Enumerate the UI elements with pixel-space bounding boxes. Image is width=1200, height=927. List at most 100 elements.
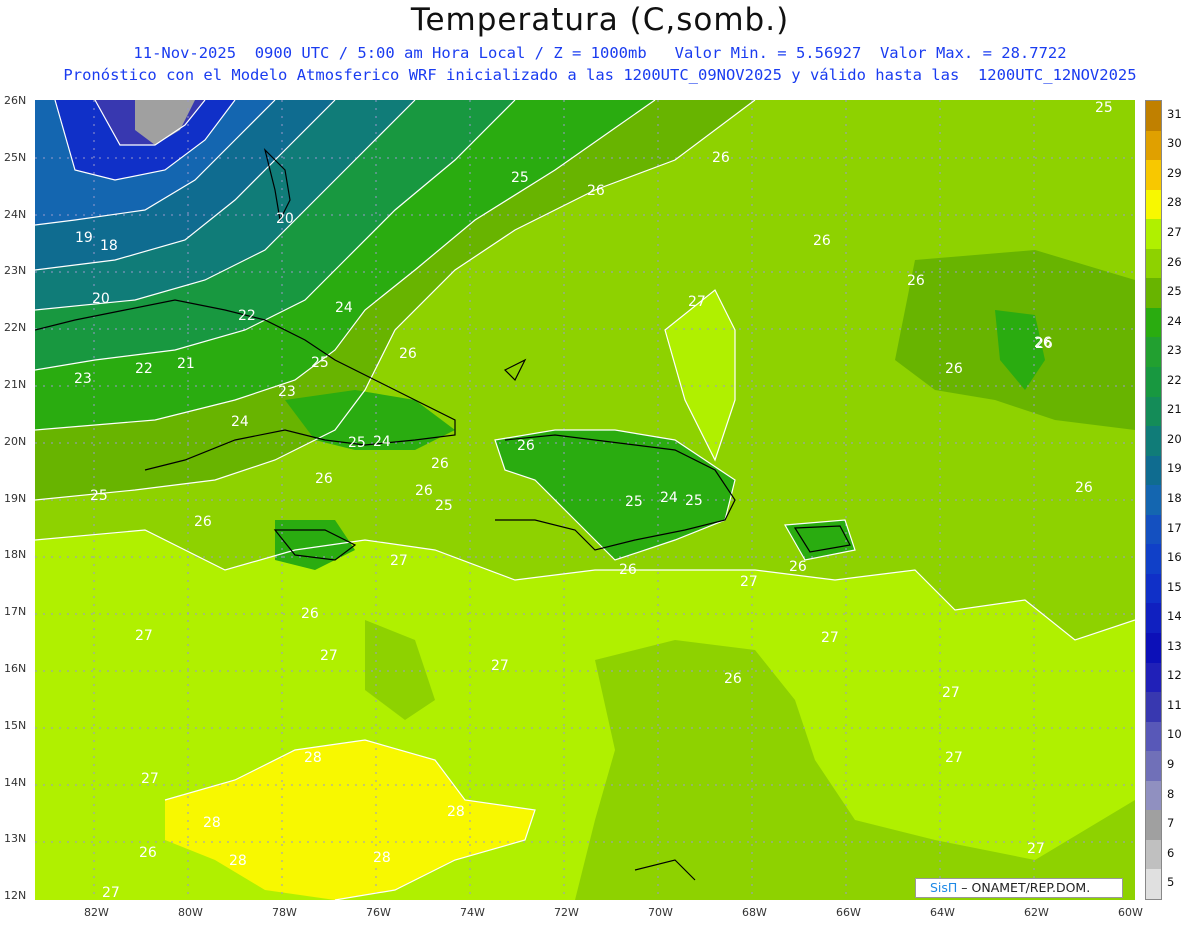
lat-label: 19N: [4, 491, 27, 505]
colorbar-swatch: [1146, 278, 1161, 309]
svg-text:27: 27: [740, 574, 758, 590]
lat-label: 26N: [4, 94, 27, 107]
svg-text:27: 27: [945, 750, 963, 766]
svg-text:26: 26: [431, 456, 449, 472]
svg-text:20: 20: [276, 211, 294, 227]
credit-text: – ONAMET/REP.DOM.: [957, 880, 1091, 895]
svg-text:25: 25: [625, 494, 643, 510]
svg-text:25: 25: [90, 488, 108, 504]
colorbar-level: 8: [1167, 786, 1175, 801]
svg-text:22: 22: [238, 308, 256, 324]
svg-text:26: 26: [301, 606, 319, 622]
colorbar-level: 27: [1167, 225, 1182, 239]
colorbar-level: 20: [1167, 431, 1182, 446]
colorbar-level: 16: [1167, 550, 1182, 565]
colorbar-swatch: [1146, 426, 1161, 457]
svg-text:28: 28: [447, 804, 465, 820]
svg-text:26: 26: [1075, 480, 1093, 496]
svg-text:26: 26: [724, 671, 742, 687]
colorbar-swatch: [1146, 780, 1161, 811]
colorbar-swatch: [1146, 219, 1161, 250]
lat-label: 17N: [4, 605, 27, 619]
colorbar-swatch: [1146, 692, 1161, 723]
svg-text:26: 26: [712, 150, 730, 166]
colorbar-level: 18: [1167, 491, 1182, 505]
lon-label: 78W: [272, 906, 297, 919]
lat-label: 16N: [4, 662, 27, 675]
svg-text:26: 26: [619, 562, 637, 578]
colorbar-level: 24: [1167, 313, 1182, 328]
lon-label: 80W: [178, 906, 203, 919]
chart-title: Temperatura (C,somb.): [410, 2, 790, 38]
lat-label: 13N: [4, 832, 27, 846]
svg-text:26: 26: [907, 273, 925, 289]
lat-label: 20N: [4, 434, 27, 448]
colorbar-level: 11: [1167, 697, 1182, 712]
svg-text:26: 26: [139, 845, 157, 861]
svg-text:26: 26: [399, 346, 417, 362]
svg-text:25: 25: [685, 493, 703, 509]
colorbar-level: 19: [1167, 461, 1182, 476]
lon-label: 64W: [930, 906, 955, 919]
colorbar-swatch: [1146, 573, 1161, 604]
temperature-map[interactable]: 25 26 26 25 26 26 27 26 26 26 19 18 20 20 22 24 25 2…: [35, 100, 1135, 900]
svg-text:25: 25: [1095, 100, 1113, 116]
colorbar-swatch: [1146, 367, 1161, 398]
svg-text:21: 21: [177, 356, 195, 372]
svg-text:25: 25: [435, 498, 453, 514]
svg-text:27: 27: [1027, 841, 1045, 857]
colorbar-swatch: [1146, 603, 1161, 634]
svg-text:26: 26: [415, 483, 433, 499]
svg-text:26: 26: [517, 438, 535, 454]
svg-text:24: 24: [660, 490, 678, 506]
lat-label: 15N: [4, 718, 27, 732]
lat-label: 22N: [4, 321, 27, 335]
colorbar-level: 7: [1167, 816, 1175, 831]
svg-text:27: 27: [141, 771, 159, 787]
svg-text:26: 26: [1034, 335, 1052, 351]
lon-label: 66W: [836, 906, 861, 919]
colorbar-level: 25: [1167, 284, 1182, 299]
colorbar-swatch: [1146, 810, 1161, 841]
svg-text:28: 28: [203, 815, 221, 831]
svg-text:26: 26: [945, 361, 963, 377]
colorbar-swatch: [1146, 396, 1161, 427]
colorbar-level: 6: [1167, 845, 1175, 860]
lat-label: 12N: [4, 889, 27, 903]
colorbar-swatch: [1146, 130, 1161, 161]
colorbar-swatch: [1146, 189, 1161, 220]
svg-text:26: 26: [315, 471, 333, 487]
colorbar-level: 22: [1167, 372, 1182, 387]
colorbar-swatch: [1146, 248, 1161, 279]
map-canvas: 252626 252626 272626 2619 18 202022 24252…: [35, 100, 1135, 900]
svg-text:27: 27: [102, 885, 120, 900]
svg-text:28: 28: [373, 850, 391, 866]
colorbar-swatch: [1146, 721, 1161, 752]
svg-text:26: 26: [789, 559, 807, 575]
svg-text:25: 25: [511, 170, 529, 186]
svg-text:23: 23: [74, 371, 92, 387]
colorbar-swatch: [1146, 485, 1161, 516]
svg-text:26: 26: [587, 183, 605, 199]
svg-text:27: 27: [688, 294, 706, 310]
colorbar-level: 14: [1167, 609, 1182, 624]
colorbar-swatch: [1146, 751, 1161, 782]
lat-label: 21N: [4, 378, 27, 391]
svg-text:27: 27: [390, 553, 408, 569]
colorbar-swatch: [1146, 307, 1161, 338]
colorbar-level: 5: [1167, 875, 1175, 890]
colorbar-swatch: [1146, 544, 1161, 575]
colorbar-swatch: [1146, 869, 1161, 900]
svg-text:24: 24: [231, 414, 249, 430]
lat-label: 18N: [4, 548, 27, 562]
colorbar-swatch: [1146, 662, 1161, 693]
svg-text:25: 25: [348, 435, 366, 451]
colorbar-swatch: [1146, 160, 1161, 191]
lat-label: 14N: [4, 775, 27, 789]
colorbar-level: 12: [1167, 668, 1182, 683]
svg-text:18: 18: [100, 238, 118, 254]
lon-label: 74W: [460, 906, 485, 919]
colorbar-level: 29: [1167, 165, 1182, 180]
colorbar-swatch: [1146, 839, 1161, 870]
svg-text:27: 27: [491, 658, 509, 674]
